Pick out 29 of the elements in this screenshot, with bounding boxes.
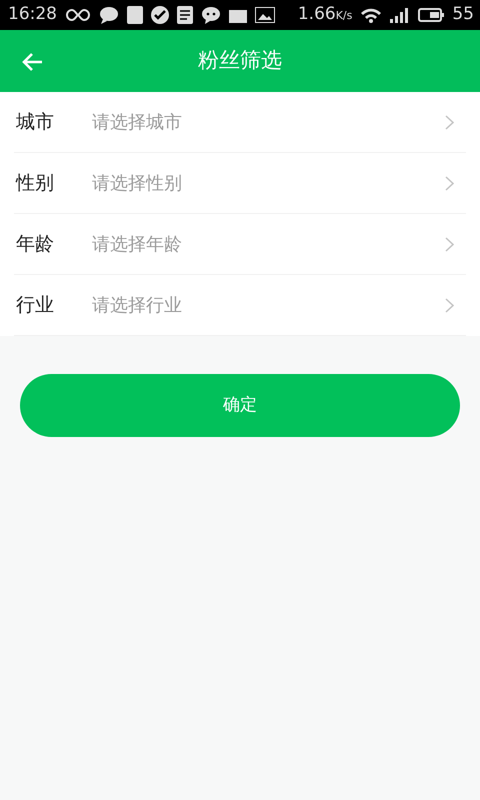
field-label: 年龄 [15,232,55,257]
chat-bubble-icon [99,6,119,24]
filter-row[interactable]: 性别 请选择性别 [14,153,466,214]
filter-row[interactable]: 年龄 请选择年龄 [14,214,466,275]
field-placeholder: 请选择性别 [92,172,183,196]
field-label: 性别 [14,170,55,196]
field-placeholder: 请选择年龄 [92,232,183,256]
chevron-right-icon [445,176,454,190]
battery-level: 55 [452,3,474,26]
wifi-icon [360,7,382,23]
check-circle-icon [151,6,169,24]
chat-face-icon [201,6,221,24]
chevron-right-icon [445,236,454,252]
network-speed: 1.66K/s [298,3,352,26]
signal-icon [390,7,410,23]
chevron-right-icon [445,114,454,130]
field-label: 城市 [15,110,55,135]
filter-row[interactable]: 行业 请选择行业 [14,275,466,336]
field-placeholder: 请选择行业 [92,294,183,318]
page-title: 粉丝筛选 [198,47,282,74]
document-icon [177,6,193,24]
field-label: 行业 [15,292,55,318]
battery-icon [418,7,444,23]
infinity-icon [65,8,91,22]
filter-row[interactable]: 城市 请选择城市 [14,92,466,153]
image-icon [255,7,275,23]
chevron-right-icon [445,298,454,312]
status-time: 16:28 [8,3,57,26]
field-placeholder: 请选择城市 [92,110,183,134]
